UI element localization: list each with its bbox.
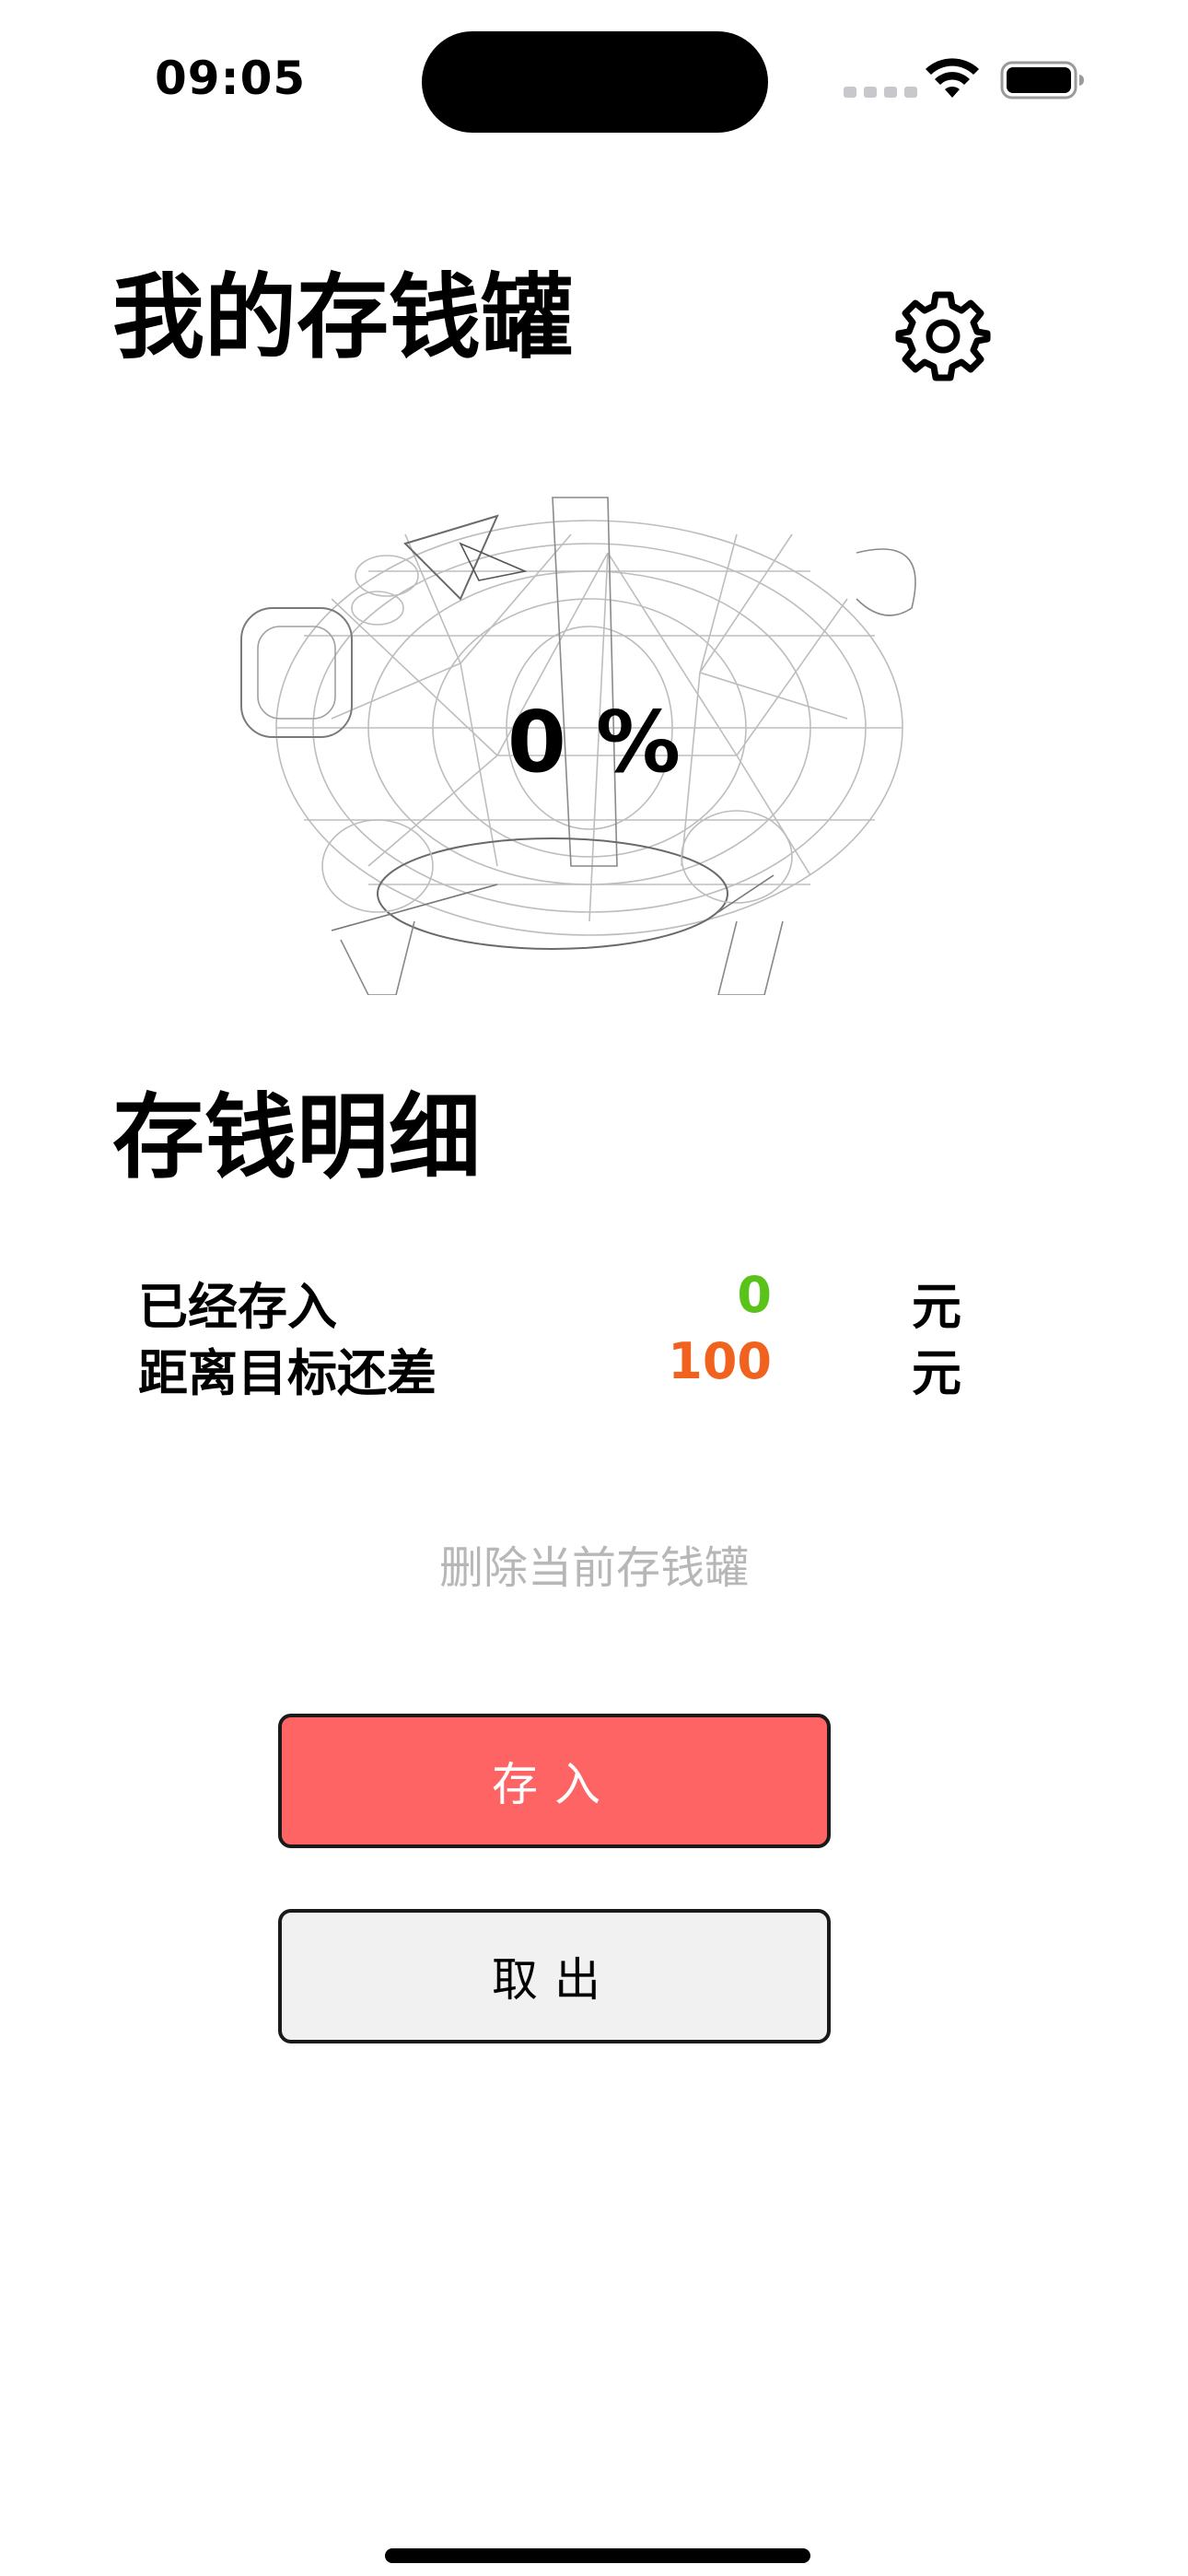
withdraw-button[interactable]: 取出: [278, 1909, 831, 2043]
deposit-button-label: 存入: [492, 1758, 617, 1811]
home-indicator[interactable]: [385, 2548, 810, 2563]
battery-icon: [1000, 61, 1084, 100]
remaining-amount-label: 距离目标还差: [138, 1344, 437, 1402]
progress-percent: 0 %: [0, 693, 1188, 791]
deposit-button[interactable]: 存入: [278, 1714, 831, 1848]
saved-amount-value: 0: [737, 1266, 772, 1324]
remaining-amount-row: 距离目标还差 100 元: [138, 1332, 1059, 1402]
progress-percent-text: 0 %: [507, 693, 681, 791]
saved-amount-label: 已经存入: [138, 1278, 337, 1336]
saved-amount-unit: 元: [912, 1278, 961, 1336]
status-time: 09:05: [155, 52, 307, 105]
remaining-amount-value: 100: [668, 1332, 772, 1390]
saved-amount-row: 已经存入 0 元: [138, 1266, 1059, 1336]
delete-piggy-bank-link[interactable]: 删除当前存钱罐: [0, 1531, 1188, 1596]
dynamic-island: [422, 31, 768, 133]
wifi-icon: [926, 58, 979, 98]
page-title: 我的存钱罐: [112, 263, 573, 371]
details-title: 存钱明细: [112, 1083, 481, 1191]
remaining-amount-unit: 元: [912, 1344, 961, 1402]
gear-icon[interactable]: [895, 287, 991, 383]
withdraw-button-label: 取出: [492, 1953, 617, 2007]
cellular-signal-icon: [844, 87, 917, 98]
